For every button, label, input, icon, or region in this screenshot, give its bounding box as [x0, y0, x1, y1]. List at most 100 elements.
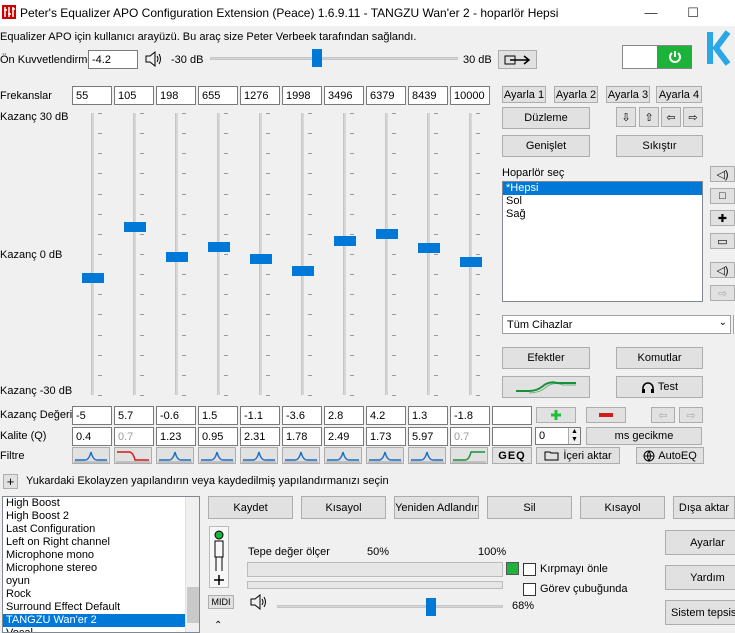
delete-button[interactable]: Sil — [487, 496, 572, 519]
quality-field[interactable]: 1.23 — [156, 427, 196, 446]
speaker-list[interactable]: *Hepsi Sol Sağ — [502, 181, 703, 302]
filter-type-button[interactable] — [324, 447, 362, 464]
config-list-item[interactable]: High Boost 2 — [3, 510, 186, 523]
band-slider-track[interactable] — [217, 113, 220, 395]
help-button[interactable]: Yardım — [665, 565, 735, 590]
band-slider-thumb[interactable] — [460, 257, 482, 268]
filter-type-button[interactable] — [408, 447, 446, 464]
band-slider-track[interactable] — [343, 113, 346, 395]
band-slider-thumb[interactable] — [418, 242, 440, 253]
power-toggle[interactable] — [622, 45, 692, 69]
expand-button[interactable]: Genişlet — [502, 135, 590, 157]
commands-button[interactable]: Komutlar — [616, 347, 703, 369]
config-list-item[interactable]: Surround Effect Default — [3, 601, 186, 614]
quality-field[interactable]: 5.97 — [408, 427, 448, 446]
speaker-sound-icon[interactable]: ◁) — [710, 166, 735, 182]
band-slider-thumb[interactable] — [124, 222, 146, 233]
preamp-slider-track[interactable] — [210, 57, 458, 60]
config-list-item[interactable]: oyun — [3, 575, 186, 588]
gain-value-field[interactable]: 2.8 — [324, 406, 364, 425]
gain-value-field[interactable]: -3.6 — [282, 406, 322, 425]
band-slider-thumb[interactable] — [292, 265, 314, 276]
gain-value-field[interactable]: -0.6 — [156, 406, 196, 425]
config-scrollbar-thumb[interactable] — [187, 587, 199, 623]
band-slider-track[interactable] — [91, 113, 94, 395]
frequency-field[interactable]: 198 — [156, 86, 196, 105]
midi-button[interactable]: MIDI — [208, 595, 234, 609]
settings-preset-1-button[interactable]: Ayarla 1 — [502, 86, 546, 103]
config-list[interactable]: High Boost High Boost 2 Last Configuration… — [2, 496, 200, 633]
speaker-icon[interactable] — [145, 51, 163, 67]
collapse-plus-button[interactable]: + — [3, 474, 18, 489]
frequency-field[interactable]: 8439 — [408, 86, 448, 105]
filter-type-button[interactable] — [114, 447, 152, 464]
minimize-button[interactable]: — — [628, 0, 674, 26]
quality-field[interactable]: 2.31 — [240, 427, 280, 446]
preamp-slider-thumb[interactable] — [311, 49, 322, 67]
band-slider-thumb[interactable] — [334, 235, 356, 246]
speaker-list-item[interactable]: Sağ — [503, 208, 702, 221]
arrow-up-icon[interactable]: ⇧ — [639, 107, 659, 127]
export-button[interactable]: Dışa aktar — [673, 496, 735, 519]
remove-icon[interactable]: ▭ — [710, 233, 735, 249]
filter-type-button[interactable] — [240, 447, 278, 464]
autoeq-button[interactable]: AutoEQ — [636, 447, 704, 464]
frequency-field[interactable]: 6379 — [366, 86, 406, 105]
taskbar-checkbox[interactable] — [523, 583, 536, 596]
delay-spinner[interactable]: ▲ ▼ — [568, 428, 580, 444]
maximize-button[interactable]: ☐ — [670, 0, 716, 26]
system-tray-button[interactable]: Sistem tepsisi — [665, 600, 735, 625]
frequency-field[interactable]: 55 — [72, 86, 112, 105]
shortcut-2-button[interactable]: Kısayol — [580, 496, 665, 519]
square-icon[interactable]: □ — [710, 188, 735, 204]
save-button[interactable]: Kaydet — [208, 496, 293, 519]
arrow-right-small-icon[interactable]: ⇨ — [710, 285, 735, 301]
shortcut-button[interactable]: Kısayol — [301, 496, 386, 519]
preamp-input[interactable]: -4.2 — [88, 50, 138, 69]
band-slider-thumb[interactable] — [376, 229, 398, 240]
gain-value-field[interactable]: 5.7 — [114, 406, 154, 425]
clip-checkbox[interactable] — [523, 563, 536, 576]
config-list-item[interactable]: Vocal — [3, 627, 186, 632]
speaker-mute-icon[interactable]: ◁) — [710, 262, 735, 278]
test-button[interactable]: Test — [616, 376, 703, 398]
settings-preset-3-button[interactable]: Ayarla 3 — [606, 86, 650, 103]
quality-field[interactable]: 0.7 — [450, 427, 490, 446]
band-slider-track[interactable] — [469, 113, 472, 395]
settings-button[interactable]: Ayarlar — [665, 530, 735, 555]
arrow-right-icon[interactable]: ⇨ — [683, 107, 703, 127]
config-list-item[interactable]: Rock — [3, 588, 186, 601]
config-list-item[interactable]: Microphone mono — [3, 549, 186, 562]
frequency-field[interactable]: 655 — [198, 86, 238, 105]
filter-type-button[interactable] — [198, 447, 236, 464]
person-panel[interactable] — [209, 526, 229, 588]
geq-button[interactable]: GEQ — [492, 447, 532, 464]
quality-field[interactable]: 0.4 — [72, 427, 112, 446]
settings-preset-2-button[interactable]: Ayarla 2 — [554, 86, 598, 103]
config-scrollbar[interactable] — [185, 497, 199, 632]
settings-preset-4-button[interactable]: Ayarla 4 — [656, 86, 702, 103]
band-slider-thumb[interactable] — [208, 241, 230, 252]
filter-type-button[interactable] — [156, 447, 194, 464]
ms-delay-button[interactable]: ms gecikme — [586, 427, 702, 445]
effects-button[interactable]: Efektler — [502, 347, 590, 369]
volume-slider-thumb[interactable] — [425, 598, 436, 616]
add-band-button[interactable] — [536, 407, 576, 423]
frequency-field[interactable]: 3496 — [324, 86, 364, 105]
gain-value-field[interactable]: -5 — [72, 406, 112, 425]
frequency-field[interactable]: 1276 — [240, 86, 280, 105]
gain-value-field[interactable]: 1.3 — [408, 406, 448, 425]
export-arrow-button[interactable] — [498, 50, 537, 69]
config-list-item[interactable]: Microphone stereo — [3, 562, 186, 575]
quality-field[interactable]: 0.7 — [114, 427, 154, 446]
frequency-field[interactable]: 105 — [114, 86, 154, 105]
config-list-item[interactable]: Last Configuration — [3, 523, 186, 536]
band-slider-thumb[interactable] — [166, 251, 188, 262]
gain-value-field[interactable]: -1.1 — [240, 406, 280, 425]
extra-gain-field[interactable] — [492, 406, 532, 425]
quality-field[interactable]: 1.73 — [366, 427, 406, 446]
band-slider-track[interactable] — [427, 113, 430, 395]
quality-field[interactable]: 2.49 — [324, 427, 364, 446]
quality-field[interactable]: 1.78 — [282, 427, 322, 446]
gain-value-field[interactable]: 4.2 — [366, 406, 406, 425]
